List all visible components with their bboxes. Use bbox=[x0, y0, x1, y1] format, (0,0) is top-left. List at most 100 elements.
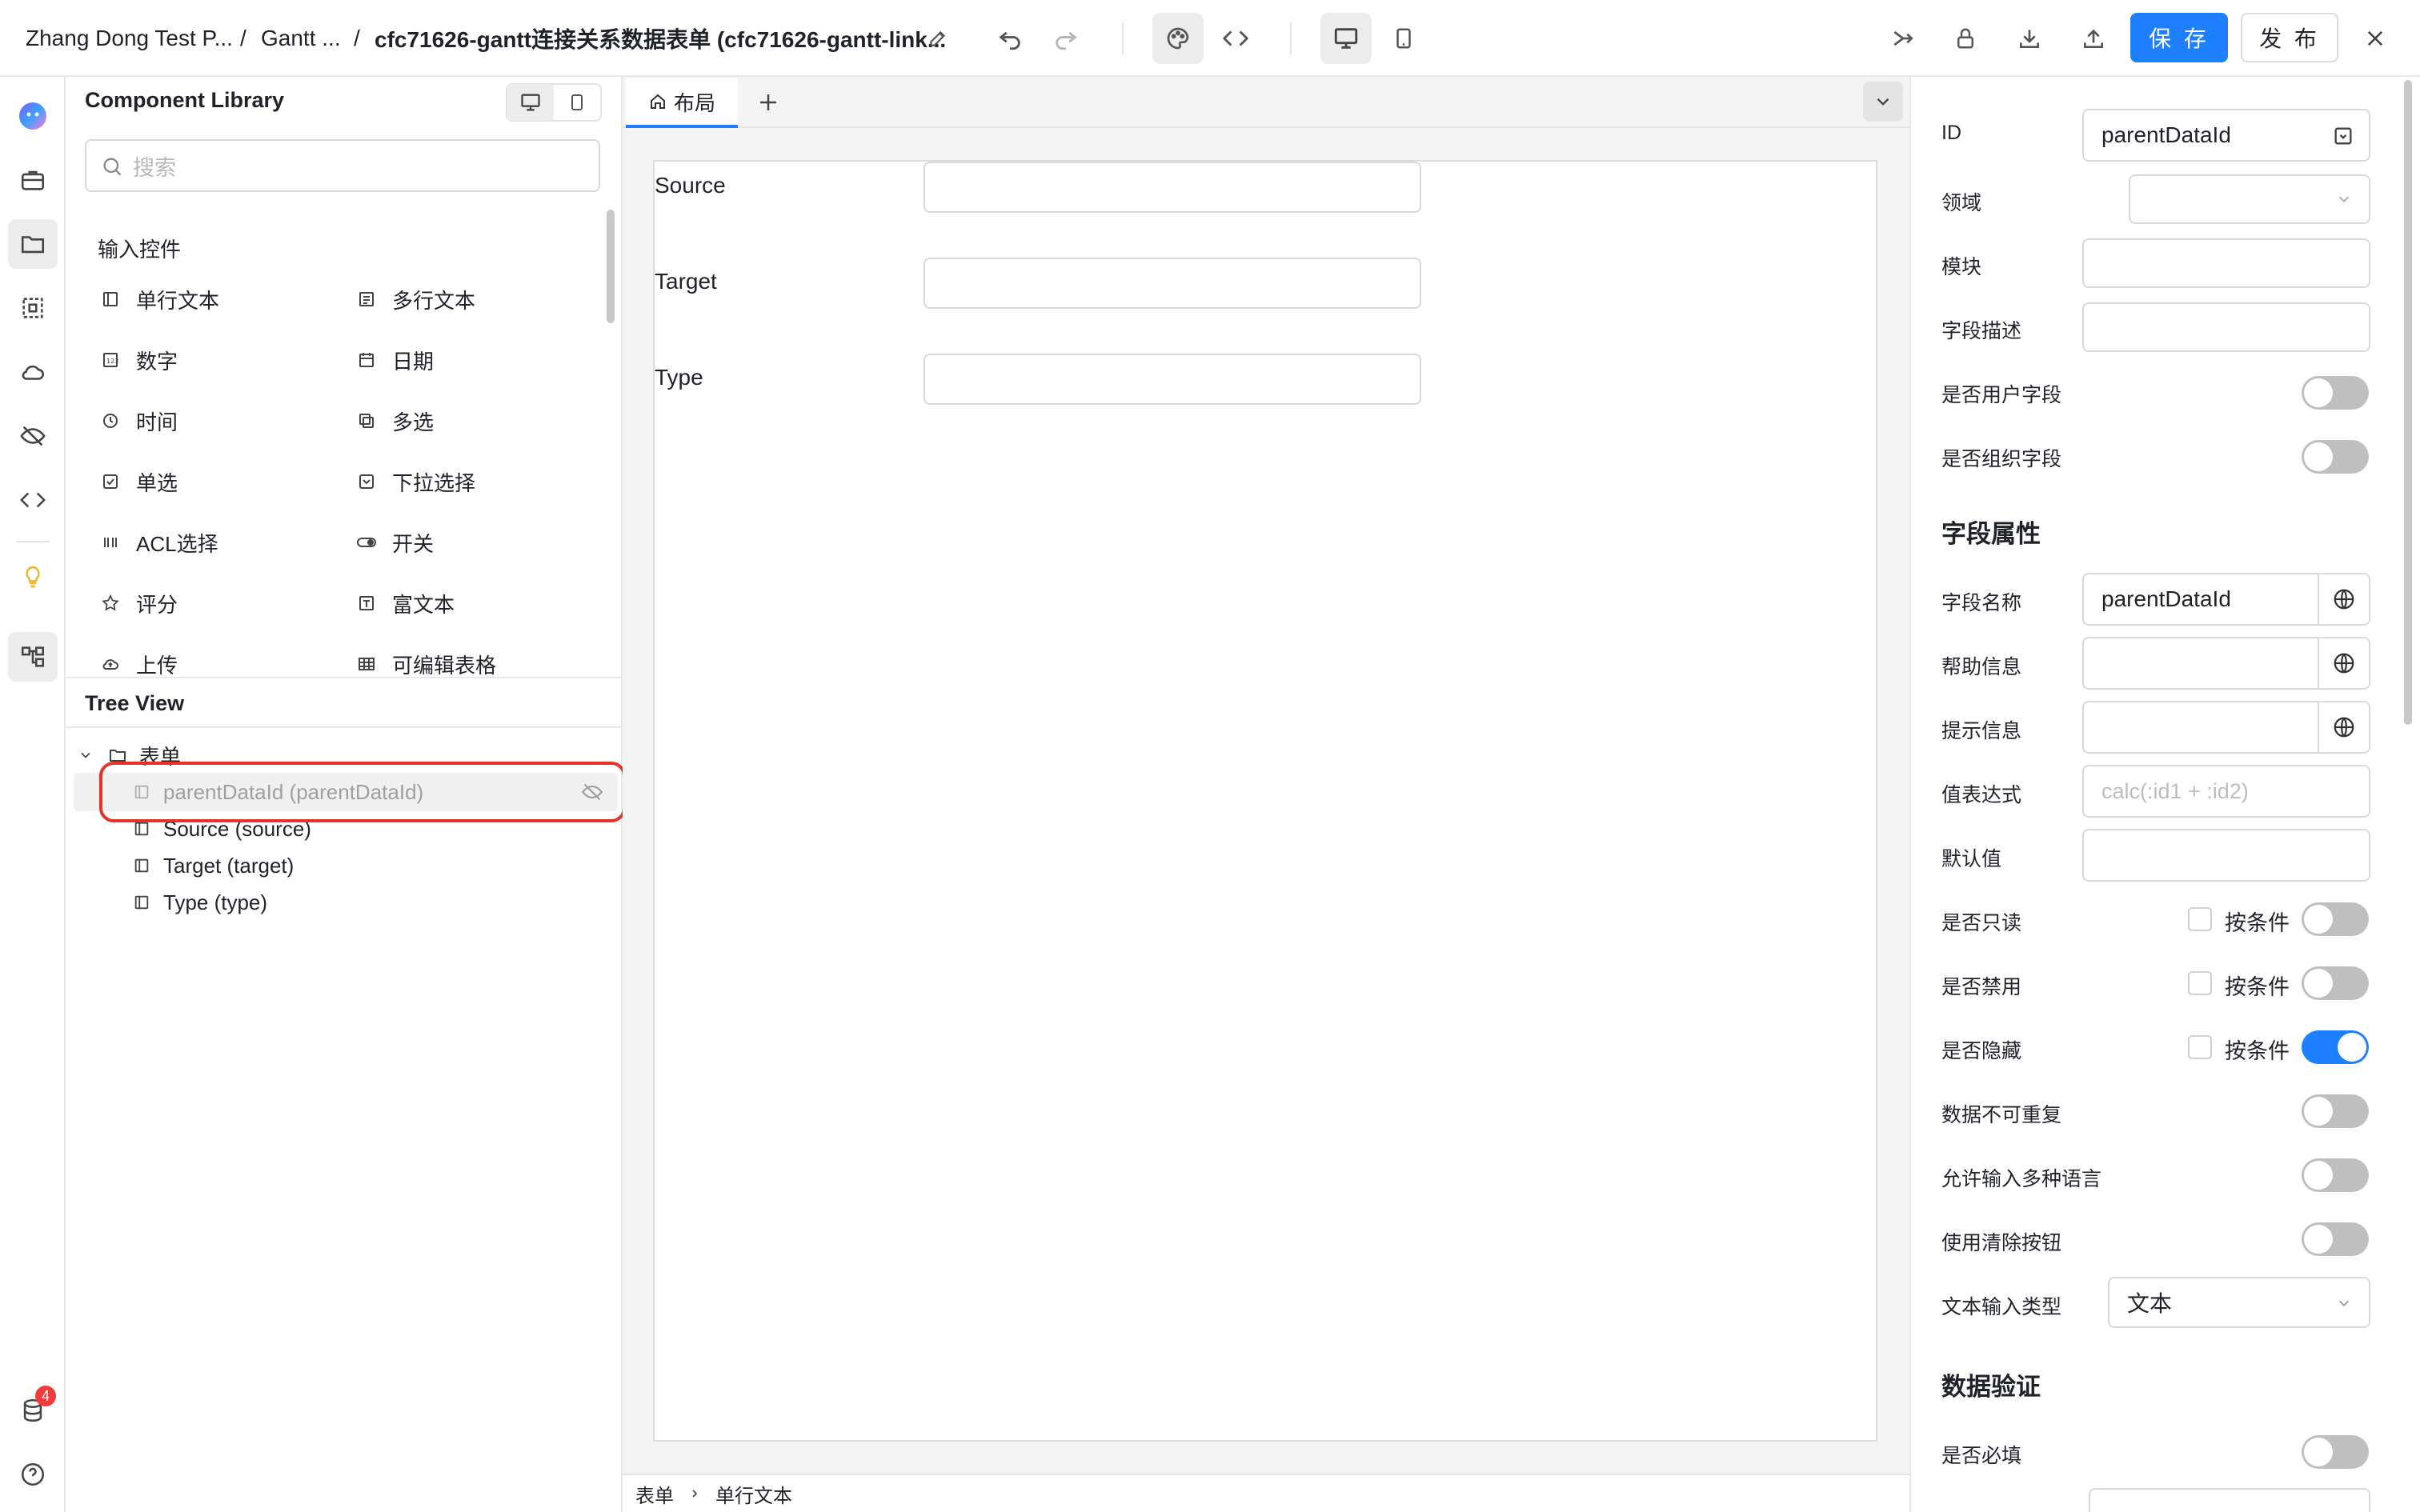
mobile-icon[interactable] bbox=[554, 85, 600, 120]
code-icon[interactable] bbox=[1210, 13, 1261, 64]
field-desc-label: 字段描述 bbox=[1941, 320, 2022, 342]
chevron-down-icon[interactable] bbox=[75, 745, 96, 766]
download-icon[interactable] bbox=[2004, 13, 2055, 64]
edit-pencil-icon[interactable] bbox=[920, 13, 956, 64]
status-path-component[interactable]: 单行文本 bbox=[715, 1480, 792, 1508]
save-button[interactable]: 保 存 bbox=[2130, 13, 2228, 62]
is-user-field-toggle[interactable] bbox=[2302, 376, 2369, 410]
value-expr-input[interactable]: calc(:id1 + :id2) bbox=[2082, 765, 2370, 818]
tree-node-type[interactable]: Type (type) bbox=[131, 885, 267, 920]
share-branch-icon[interactable] bbox=[1877, 13, 1929, 64]
desktop-icon[interactable] bbox=[507, 85, 554, 120]
clear-button-toggle[interactable] bbox=[2302, 1222, 2369, 1256]
value-expr-label: 值表达式 bbox=[1941, 784, 2022, 806]
search-input[interactable]: 搜索 bbox=[85, 139, 600, 192]
component-rich-text[interactable]: 富文本 bbox=[355, 587, 455, 619]
breadcrumb-project[interactable]: Zhang Dong Test P... bbox=[26, 0, 233, 77]
tab-layout[interactable]: 布局 bbox=[626, 78, 738, 128]
theme-palette-icon[interactable] bbox=[1152, 13, 1204, 64]
help-info-input[interactable] bbox=[2082, 637, 2319, 690]
notification-badge: 4 bbox=[35, 1386, 56, 1406]
component-multi-select[interactable]: 多选 bbox=[355, 405, 434, 437]
component-acl[interactable]: ACL选择 bbox=[99, 526, 218, 558]
default-value-input[interactable] bbox=[2082, 829, 2370, 882]
id-select[interactable]: parentDataId bbox=[2082, 109, 2370, 162]
hint-info-label: 提示信息 bbox=[1941, 720, 2022, 742]
field-desc-input[interactable] bbox=[2082, 302, 2370, 352]
is-org-field-label: 是否组织字段 bbox=[1941, 448, 2062, 470]
max-length-input[interactable] bbox=[2089, 1488, 2370, 1512]
globe-icon[interactable] bbox=[2319, 637, 2370, 690]
component-dropdown[interactable]: 下拉选择 bbox=[355, 466, 475, 498]
multilang-toggle[interactable] bbox=[2302, 1158, 2369, 1192]
disabled-toggle[interactable] bbox=[2302, 966, 2369, 1000]
readonly-condition-checkbox[interactable] bbox=[2188, 907, 2212, 931]
code-brackets-icon[interactable] bbox=[8, 475, 58, 525]
close-icon[interactable] bbox=[2350, 13, 2401, 64]
cloud-icon[interactable] bbox=[8, 347, 58, 397]
properties-scrollbar[interactable] bbox=[2404, 80, 2412, 725]
breadcrumb-form[interactable]: cfc71626-gantt连接关系数据表单 (cfc71626-gantt-l… bbox=[375, 0, 946, 77]
field-name-input[interactable]: parentDataId bbox=[2082, 573, 2319, 626]
undo-icon[interactable] bbox=[984, 13, 1036, 64]
app-logo-icon[interactable] bbox=[8, 91, 58, 141]
status-path-form[interactable]: 表单 bbox=[635, 1480, 674, 1508]
form-canvas[interactable] bbox=[653, 160, 1877, 1442]
hidden-condition-label: 按条件 bbox=[2225, 1039, 2290, 1063]
divider bbox=[1290, 22, 1292, 54]
target-input[interactable] bbox=[924, 258, 1421, 309]
tree-node-target[interactable]: Target (target) bbox=[131, 848, 294, 883]
required-toggle[interactable] bbox=[2302, 1435, 2369, 1469]
data-model-icon[interactable] bbox=[8, 632, 58, 682]
desktop-view-icon[interactable] bbox=[1320, 13, 1372, 64]
component-editable-table[interactable]: 可编辑表格 bbox=[355, 648, 496, 677]
field-icon bbox=[131, 892, 152, 913]
source-input[interactable] bbox=[924, 162, 1421, 213]
briefcase-icon[interactable] bbox=[8, 155, 58, 205]
hidden-toggle[interactable] bbox=[2302, 1030, 2369, 1064]
mobile-view-icon[interactable] bbox=[1378, 13, 1429, 64]
hidden-condition-checkbox[interactable] bbox=[2188, 1035, 2212, 1059]
section-input-controls: 输入控件 bbox=[98, 238, 182, 262]
input-type-select[interactable]: 文本 bbox=[2108, 1277, 2370, 1328]
lightbulb-icon[interactable] bbox=[8, 552, 58, 602]
star-icon bbox=[99, 592, 122, 614]
globe-icon[interactable] bbox=[2319, 701, 2370, 754]
lock-icon[interactable] bbox=[1940, 13, 1991, 64]
readonly-toggle[interactable] bbox=[2302, 902, 2369, 936]
component-date[interactable]: 日期 bbox=[355, 344, 434, 376]
type-input[interactable] bbox=[924, 354, 1421, 405]
unique-label: 数据不可重复 bbox=[1941, 1104, 2062, 1126]
component-single-select[interactable]: 单选 bbox=[99, 466, 178, 498]
component-upload[interactable]: 上传 bbox=[99, 648, 178, 677]
divider bbox=[66, 726, 623, 728]
folder-icon[interactable] bbox=[8, 219, 58, 269]
module-input[interactable] bbox=[2082, 238, 2370, 288]
collapse-button[interactable] bbox=[1863, 82, 1903, 122]
library-device-toggle[interactable] bbox=[506, 83, 602, 122]
hint-info-input[interactable] bbox=[2082, 701, 2319, 754]
help-icon[interactable] bbox=[8, 1450, 58, 1499]
section-data-validation: 数据验证 bbox=[1941, 1373, 2041, 1401]
domain-select[interactable] bbox=[2129, 174, 2370, 224]
component-multi-line-text[interactable]: 多行文本 bbox=[355, 283, 475, 315]
component-toggle[interactable]: 开关 bbox=[355, 526, 434, 558]
breadcrumb-app[interactable]: Gantt ... bbox=[261, 0, 341, 77]
is-org-field-toggle[interactable] bbox=[2302, 440, 2369, 474]
component-time[interactable]: 时间 bbox=[99, 405, 178, 437]
component-rating[interactable]: 评分 bbox=[99, 587, 178, 619]
component-single-line-text[interactable]: 单行文本 bbox=[99, 283, 219, 315]
globe-icon[interactable] bbox=[2319, 573, 2370, 626]
select-area-icon[interactable] bbox=[8, 283, 58, 333]
publish-button[interactable]: 发 布 bbox=[2241, 13, 2338, 62]
disabled-condition-checkbox[interactable] bbox=[2188, 971, 2212, 995]
library-scrollbar[interactable] bbox=[607, 210, 615, 323]
redo-icon[interactable] bbox=[1040, 13, 1092, 64]
calendar-icon bbox=[355, 349, 378, 371]
unique-toggle[interactable] bbox=[2302, 1094, 2369, 1128]
field-label-type: Type bbox=[655, 365, 703, 390]
upload-icon[interactable] bbox=[2068, 13, 2119, 64]
add-tab-button[interactable] bbox=[752, 83, 784, 122]
eye-off-icon[interactable] bbox=[8, 411, 58, 461]
component-number[interactable]: 123 数字 bbox=[99, 344, 178, 376]
